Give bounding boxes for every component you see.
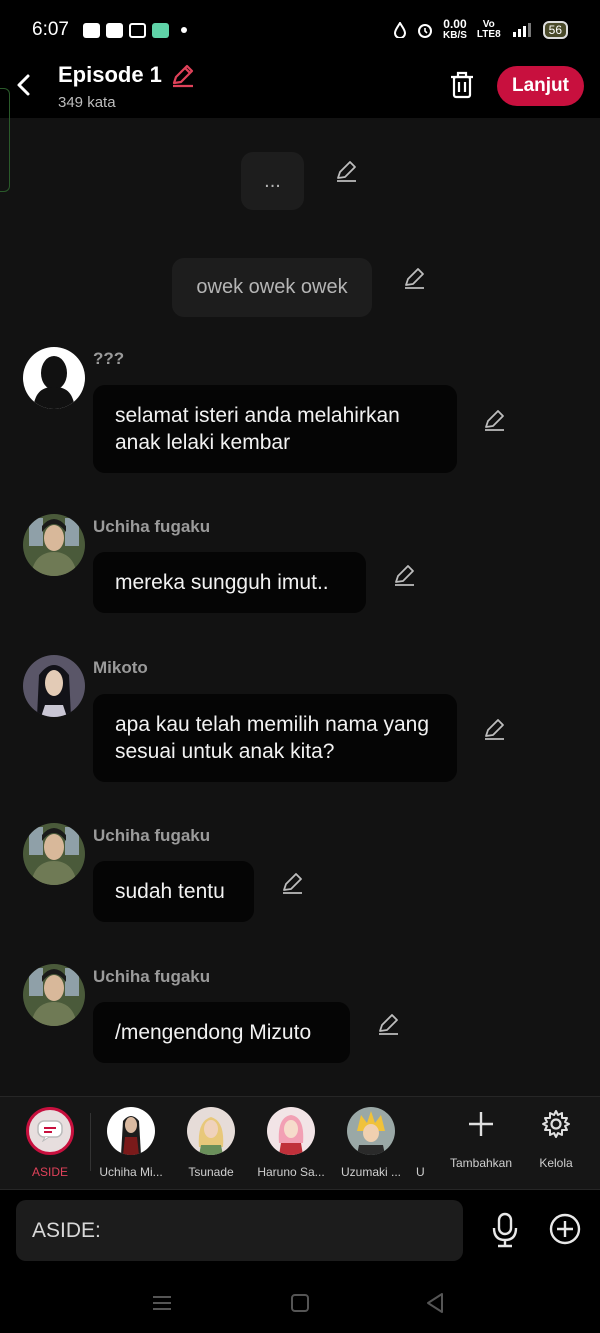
character-avatar	[347, 1107, 395, 1155]
youtube-icon	[105, 22, 123, 38]
back-arrow-icon[interactable]	[12, 70, 36, 100]
character-name: Uchiha fugaku	[93, 967, 211, 986]
character-haruno-sa[interactable]: Haruno Sa...	[253, 1107, 329, 1179]
composer: ASIDE:	[0, 1190, 600, 1272]
avatar-fugaku[interactable]	[23, 514, 85, 576]
character-label: Uzumaki ...	[340, 1165, 401, 1179]
volte-indicator: Vo LTE8	[477, 20, 501, 40]
character-uzumaki[interactable]: Uzumaki ...	[333, 1107, 409, 1179]
edit-icon[interactable]	[483, 717, 507, 741]
character-tsunade[interactable]: Tsunade	[173, 1107, 249, 1179]
divider	[90, 1113, 91, 1171]
title-block: Episode 1 349 kata	[58, 62, 196, 111]
status-bar: 6:07 0.00 KB/S Vo LTE8 56	[0, 0, 600, 60]
data-saver-icon	[394, 22, 407, 38]
aside-bubble[interactable]: owek owek owek	[172, 258, 372, 317]
avatar-fugaku[interactable]	[23, 823, 85, 885]
character-name: Uchiha fugaku	[93, 517, 211, 536]
more-notifications-dot	[180, 27, 187, 33]
character-label: U	[416, 1165, 424, 1179]
message-bubble[interactable]: apa kau telah memilih nama yang sesuai u…	[93, 694, 457, 782]
menu-icon[interactable]	[151, 1294, 173, 1312]
home-icon[interactable]	[290, 1293, 310, 1313]
edit-icon[interactable]	[335, 159, 359, 183]
character-avatar	[187, 1107, 235, 1155]
edit-icon[interactable]	[281, 871, 305, 895]
message-bubble[interactable]: sudah tentu	[93, 861, 254, 922]
back-icon[interactable]	[425, 1292, 445, 1314]
next-button[interactable]: Lanjut	[497, 66, 584, 106]
edit-icon[interactable]	[483, 408, 507, 432]
alarm-icon	[418, 24, 433, 38]
network-speed-unit: KB/S	[443, 30, 467, 41]
chat-app-icon	[151, 22, 169, 38]
character-label: Haruno Sa...	[257, 1165, 325, 1179]
episode-title: Episode 1	[58, 62, 162, 87]
character-label: ASIDE	[31, 1165, 68, 1179]
character-uchiha-mi[interactable]: Uchiha Mi...	[93, 1107, 169, 1179]
aside-avatar	[26, 1107, 74, 1155]
network-speed: 0.00 KB/S	[443, 17, 467, 41]
system-navigation-bar	[0, 1272, 600, 1333]
character-name: ???	[93, 349, 125, 368]
trash-icon[interactable]	[448, 70, 476, 100]
edit-title-icon[interactable]	[170, 62, 196, 88]
manage-button[interactable]: Kelola	[521, 1109, 591, 1170]
silhouette-avatar	[33, 356, 75, 409]
character-avatar	[267, 1107, 315, 1155]
instagram-icon	[128, 22, 146, 38]
character-partial[interactable]: U	[400, 1107, 424, 1179]
edit-icon[interactable]	[377, 1012, 401, 1036]
plus-icon	[469, 1112, 493, 1136]
fugaku-portrait	[23, 823, 85, 885]
edge-panel-handle[interactable]	[0, 88, 10, 192]
battery-indicator: 56	[542, 21, 568, 39]
avatar-unknown[interactable]	[23, 347, 85, 409]
message-bubble[interactable]: mereka sungguh imut..	[93, 552, 366, 613]
facebook-icon	[82, 22, 100, 38]
volte-bottom: LTE8	[476, 29, 501, 40]
character-avatar	[107, 1107, 155, 1155]
avatar-mikoto[interactable]	[23, 655, 85, 717]
message-bubble[interactable]: selamat isteri anda melahirkan anak lela…	[93, 385, 457, 473]
edit-icon[interactable]	[403, 266, 427, 290]
aside-bubble[interactable]: ...	[241, 152, 304, 210]
app-header: Episode 1 349 kata Lanjut	[0, 60, 600, 118]
character-name: Uchiha fugaku	[93, 826, 211, 845]
notification-icons	[82, 22, 187, 38]
fugaku-portrait	[23, 514, 85, 576]
mikoto-portrait	[23, 655, 85, 717]
status-right: 0.00 KB/S Vo LTE8 56	[393, 17, 568, 41]
gear-icon	[542, 1110, 570, 1138]
character-aside[interactable]: ASIDE	[12, 1107, 88, 1179]
chat-bubble-icon	[37, 1120, 63, 1142]
word-count: 349 kata	[58, 94, 116, 111]
character-label: Uchiha Mi...	[99, 1165, 163, 1179]
character-name: Mikoto	[93, 658, 148, 677]
add-circle-icon[interactable]	[548, 1212, 582, 1246]
add-label: Tambahkan	[449, 1156, 513, 1170]
manage-label: Kelola	[539, 1156, 573, 1170]
signal-icon	[512, 23, 531, 37]
message-input[interactable]: ASIDE:	[16, 1200, 463, 1261]
avatar-fugaku[interactable]	[23, 964, 85, 1026]
edit-icon[interactable]	[393, 563, 417, 587]
status-time: 6:07	[32, 19, 69, 40]
character-label: Tsunade	[188, 1165, 234, 1179]
fugaku-portrait	[23, 964, 85, 1026]
add-character-button[interactable]: Tambahkan	[446, 1109, 516, 1170]
character-selector: ASIDE Uchiha Mi... Tsunade Haruno Sa... …	[0, 1096, 600, 1190]
microphone-icon[interactable]	[490, 1212, 520, 1248]
network-speed-value: 0.00	[443, 17, 467, 31]
message-bubble[interactable]: /mengendong Mizuto	[93, 1002, 350, 1063]
